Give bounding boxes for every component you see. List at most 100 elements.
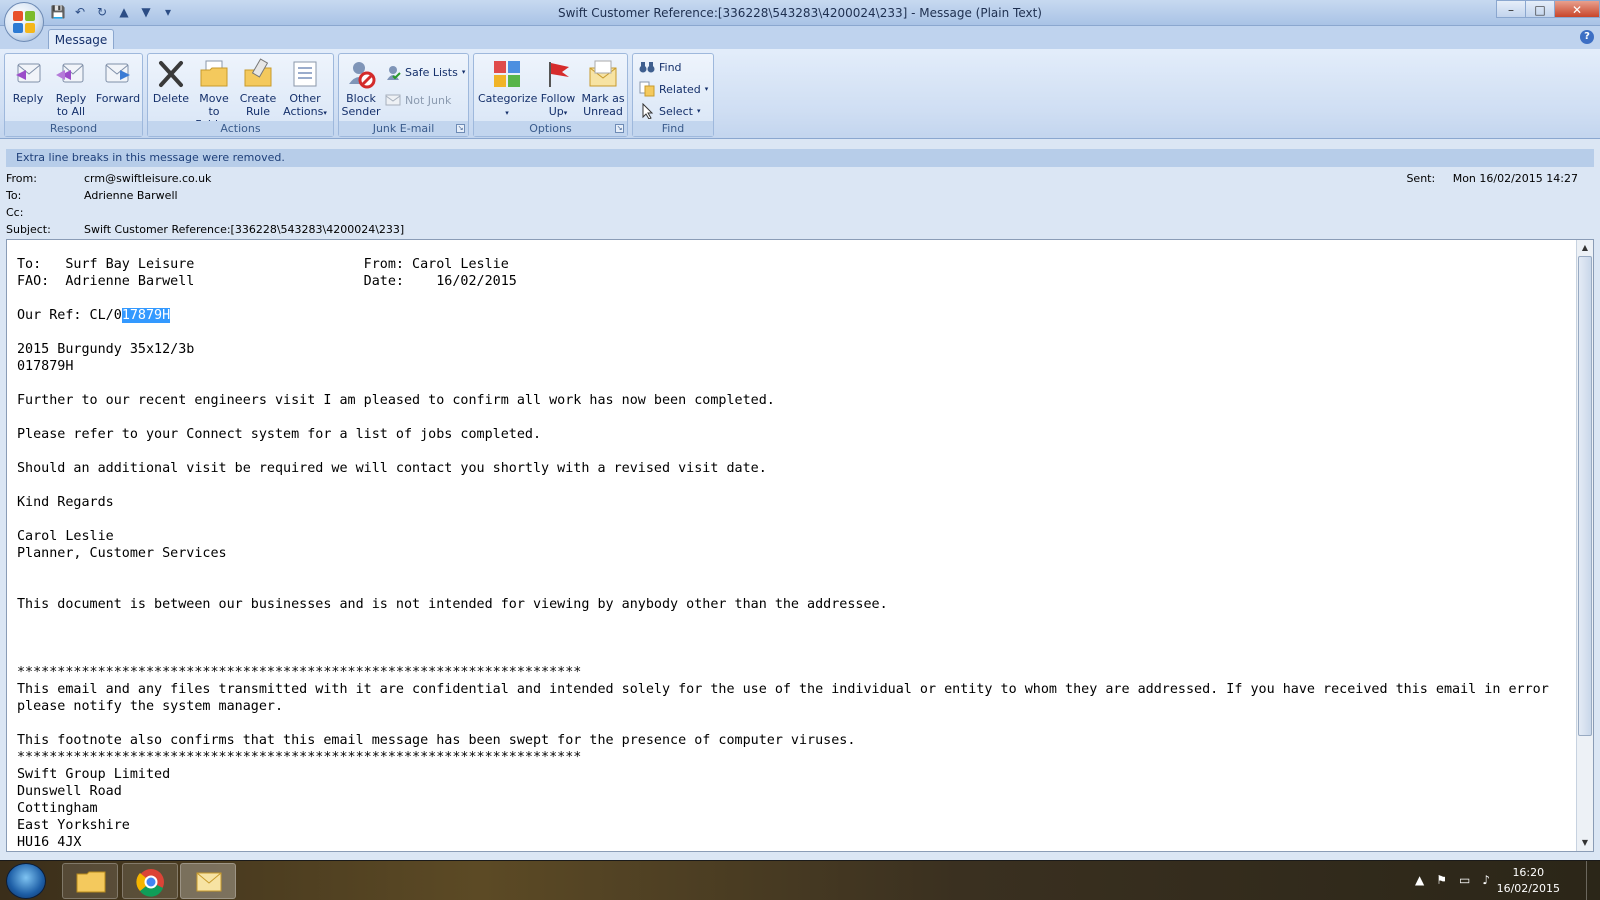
create-rule-icon bbox=[244, 58, 272, 87]
subject-value: Swift Customer Reference:[336228\543283\… bbox=[84, 223, 405, 236]
maximize-button[interactable]: □ bbox=[1525, 0, 1555, 18]
paragraph-3: Should an additional visit be required w… bbox=[17, 461, 767, 476]
sent-value: Mon 16/02/2015 14:27 bbox=[1452, 172, 1578, 185]
window-controls: – □ ✕ bbox=[1496, 0, 1600, 18]
minimize-button[interactable]: – bbox=[1496, 0, 1526, 18]
cc-label: Cc: bbox=[6, 206, 24, 219]
options-group: Categorize ▾ Follow Up▾ Mark as Unread Opti… bbox=[473, 53, 628, 137]
paragraph-2: Please refer to your Connect system for … bbox=[17, 427, 542, 442]
from-value[interactable]: crm@swiftleisure.co.uk bbox=[84, 172, 211, 185]
categorize-button[interactable]: Categorize ▾ bbox=[478, 58, 537, 120]
confidential-line-1: This email and any files transmitted wit… bbox=[17, 682, 1549, 697]
actions-group: Delete Move toFolder▾ CreateRule OtherAc… bbox=[147, 53, 334, 137]
delete-icon bbox=[159, 61, 183, 87]
address-line-4: East Yorkshire bbox=[17, 818, 130, 833]
help-icon[interactable]: ? bbox=[1580, 30, 1594, 44]
show-desktop-button[interactable] bbox=[1586, 861, 1600, 900]
info-bar[interactable]: Extra line breaks in this message were r… bbox=[6, 149, 1594, 167]
delete-button[interactable]: Delete bbox=[151, 58, 191, 105]
office-button[interactable] bbox=[4, 2, 44, 42]
window-title: Swift Customer Reference:[336228\543283\… bbox=[557, 6, 1042, 20]
related-icon bbox=[639, 81, 655, 97]
message-headers: From: crm@swiftleisure.co.uk Sent: Mon 1… bbox=[0, 168, 1600, 238]
ribbon-tab-strip: Message ? bbox=[0, 26, 1600, 51]
message-body[interactable]: To: Surf Bay Leisure From: Carol Leslie … bbox=[6, 239, 1594, 852]
junk-email-group-label: Junk E-mail bbox=[339, 121, 468, 136]
tab-message[interactable]: Message bbox=[48, 29, 114, 51]
stars-bottom: ****************************************… bbox=[17, 750, 582, 765]
from-label: From: bbox=[6, 172, 37, 185]
respond-group-label: Respond bbox=[5, 121, 142, 136]
follow-up-button[interactable]: Follow Up▾ bbox=[538, 58, 578, 120]
closing: Kind Regards bbox=[17, 495, 114, 510]
selected-text: 17879H bbox=[121, 308, 171, 323]
signer-name: Carol Leslie bbox=[17, 529, 114, 544]
actions-group-label: Actions bbox=[148, 121, 333, 136]
junk-email-group: Block Sender Safe Lists ▾ Not Junk Junk E-… bbox=[338, 53, 469, 137]
junk-email-launcher[interactable]: ↘ bbox=[456, 124, 465, 133]
paragraph-1: Further to our recent engineers visit I … bbox=[17, 393, 775, 408]
find-group-label: Find bbox=[633, 121, 713, 136]
subject-label: Subject: bbox=[6, 223, 51, 236]
reply-button[interactable]: Reply bbox=[9, 58, 47, 105]
safe-lists-button[interactable]: Safe Lists ▾ bbox=[385, 62, 465, 82]
message-text[interactable]: To: Surf Bay Leisure From: Carol Leslie … bbox=[17, 256, 1549, 851]
scroll-up-arrow-icon[interactable]: ▲ bbox=[1578, 241, 1592, 255]
to-label: To: bbox=[6, 189, 22, 202]
office-logo-icon bbox=[13, 11, 35, 33]
reply-all-button[interactable]: Reply to All bbox=[51, 58, 91, 118]
scroll-down-arrow-icon[interactable]: ▼ bbox=[1578, 836, 1592, 850]
to-value[interactable]: Adrienne Barwell bbox=[84, 189, 178, 202]
chrome-icon bbox=[136, 869, 164, 897]
follow-up-flag-icon bbox=[549, 62, 569, 87]
vertical-scrollbar[interactable]: ▲ ▼ bbox=[1576, 240, 1593, 851]
stars-top: ****************************************… bbox=[17, 665, 582, 680]
taskbar: ▲ ⚑ ▭ ♪ 16:20 16/02/2015 bbox=[0, 860, 1600, 900]
system-tray: ▲ ⚑ ▭ ♪ bbox=[1415, 873, 1490, 887]
folder-icon bbox=[76, 871, 106, 893]
taskbar-chrome[interactable] bbox=[122, 863, 178, 899]
body-line-fao: FAO: Adrienne Barwell Date: 16/02/2015 bbox=[17, 274, 517, 289]
close-button[interactable]: ✕ bbox=[1554, 0, 1600, 18]
forward-button[interactable]: Forward bbox=[95, 58, 141, 105]
mark-as-unread-button[interactable]: Mark as Unread bbox=[580, 58, 626, 118]
block-sender-button[interactable]: Block Sender bbox=[341, 58, 381, 118]
options-launcher[interactable]: ↘ bbox=[615, 124, 624, 133]
taskbar-explorer[interactable] bbox=[62, 863, 118, 899]
mark-unread-icon bbox=[589, 60, 617, 87]
reply-all-icon bbox=[56, 63, 84, 83]
ribbon: Reply Reply to All Forward Respond Delete… bbox=[0, 49, 1600, 139]
footnote-line: This footnote also confirms that this em… bbox=[17, 733, 856, 748]
respond-group: Reply Reply to All Forward Respond bbox=[4, 53, 143, 137]
select-button[interactable]: Select ▾ bbox=[639, 101, 700, 121]
block-sender-icon bbox=[349, 62, 376, 89]
find-button[interactable]: Find bbox=[639, 57, 682, 77]
title-bar: 💾 ↶ ↻ ▲ ▼ ▾ Swift Customer Reference:[33… bbox=[0, 0, 1600, 42]
options-group-label: Options bbox=[474, 121, 627, 136]
action-center-flag-icon[interactable]: ⚑ bbox=[1436, 873, 1447, 887]
forward-icon bbox=[105, 63, 130, 83]
other-actions-icon bbox=[293, 61, 317, 87]
volume-icon[interactable]: ♪ bbox=[1482, 873, 1490, 887]
categorize-icon bbox=[494, 61, 520, 87]
body-line-to: To: Surf Bay Leisure From: Carol Leslie bbox=[17, 257, 509, 272]
scrollbar-thumb[interactable] bbox=[1578, 256, 1592, 736]
other-actions-button[interactable]: Other Actions▾ bbox=[280, 58, 330, 120]
our-ref: Our Ref: CL/0 bbox=[17, 308, 122, 323]
model-line: 2015 Burgundy 35x12/3b bbox=[17, 342, 195, 357]
find-group: Find Related ▾ Select ▾ Find bbox=[632, 53, 714, 137]
notice-line: This document is between our businesses … bbox=[17, 597, 888, 612]
related-button[interactable]: Related ▾ bbox=[639, 79, 708, 99]
taskbar-outlook[interactable] bbox=[180, 863, 236, 899]
clock[interactable]: 16:20 16/02/2015 bbox=[1497, 865, 1560, 897]
safe-lists-icon bbox=[387, 66, 401, 80]
network-icon[interactable]: ▭ bbox=[1459, 873, 1470, 887]
not-junk-button[interactable]: Not Junk bbox=[385, 90, 451, 110]
show-hidden-icons-icon[interactable]: ▲ bbox=[1415, 873, 1424, 887]
start-button[interactable] bbox=[6, 863, 46, 899]
outlook-icon bbox=[196, 872, 222, 892]
sent-label: Sent: bbox=[1406, 172, 1436, 185]
not-junk-icon bbox=[385, 94, 401, 106]
create-rule-button[interactable]: Create Rule bbox=[238, 58, 278, 118]
clock-time: 16:20 bbox=[1512, 866, 1545, 879]
